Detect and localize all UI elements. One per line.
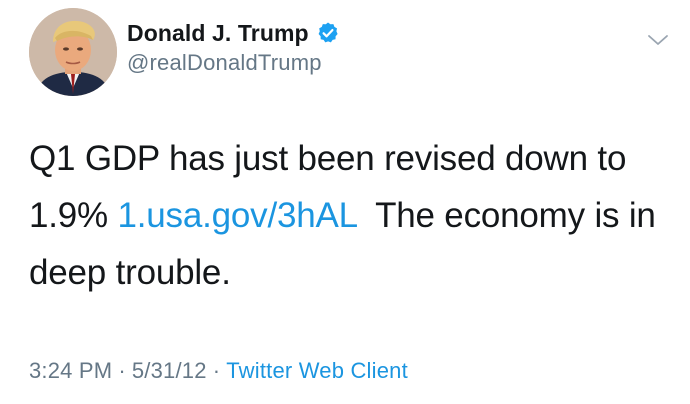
chevron-down-icon[interactable] xyxy=(646,28,670,52)
tweet-text-line-2: 1.9% 1.usa.gov/3hAL The economy is in xyxy=(29,187,674,244)
avatar[interactable] xyxy=(29,8,117,96)
tweet-header: Donald J. Trump @realDonaldTrump xyxy=(127,18,340,76)
tweet-link[interactable]: 1.usa.gov/3hAL xyxy=(118,196,357,235)
tweet-date[interactable]: 5/31/12 xyxy=(132,358,207,383)
tweet-client-link[interactable]: Twitter Web Client xyxy=(226,358,408,383)
meta-separator: · xyxy=(118,358,126,383)
tweet-text-line-1: Q1 GDP has just been revised down to xyxy=(29,139,627,178)
tweet-metadata: 3:24 PM · 5/31/12 · Twitter Web Client xyxy=(29,358,408,384)
tweet-text-line-3: deep trouble. xyxy=(29,253,231,292)
meta-separator: · xyxy=(212,358,221,383)
tweet-card: Donald J. Trump @realDonaldTrump Q1 GDP … xyxy=(0,0,690,404)
user-handle[interactable]: @realDonaldTrump xyxy=(127,50,340,76)
verified-badge-icon xyxy=(316,21,340,45)
tweet-time[interactable]: 3:24 PM xyxy=(29,358,112,383)
name-row: Donald J. Trump xyxy=(127,18,340,48)
avatar-image xyxy=(29,8,117,96)
tweet-text-segment: The economy is in xyxy=(356,196,656,235)
display-name[interactable]: Donald J. Trump xyxy=(127,20,309,47)
tweet-text: Q1 GDP has just been revised down to 1.9… xyxy=(29,130,674,301)
tweet-text-segment: 1.9% xyxy=(29,196,118,235)
